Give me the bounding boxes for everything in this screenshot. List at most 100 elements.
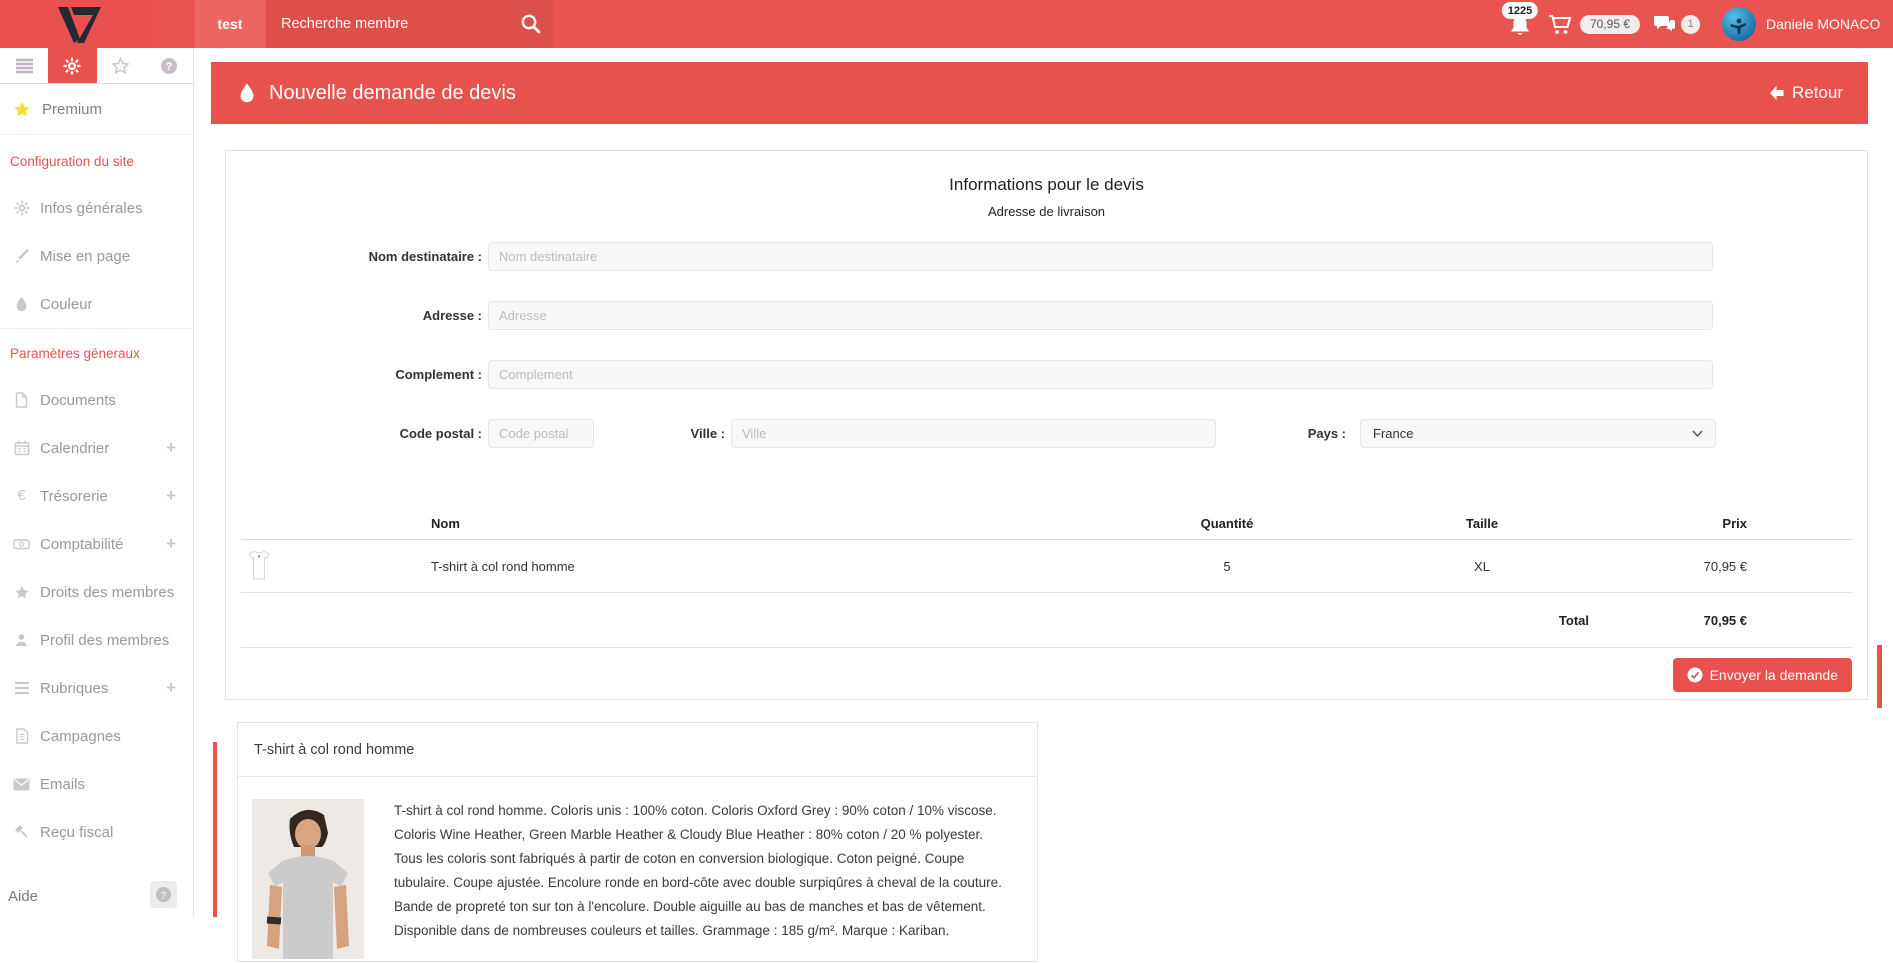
form-subheading: Adresse de livraison: [226, 204, 1867, 219]
cart-button[interactable]: 70,95 €: [1548, 0, 1640, 48]
complement-label: Complement :: [226, 367, 488, 382]
sidebar-item-calendrier[interactable]: Calendrier +: [0, 424, 193, 472]
member-search: [267, 0, 553, 48]
recipient-input[interactable]: [488, 242, 1713, 271]
sidebar-item-mise-en-page[interactable]: Mise en page: [0, 232, 193, 280]
back-arrow-icon: [1768, 85, 1785, 101]
banknote-icon: [13, 536, 30, 552]
address-input[interactable]: [488, 301, 1713, 330]
tab-settings[interactable]: [48, 48, 96, 83]
sidebar-item-recu-fiscal[interactable]: Reçu fiscal: [0, 808, 193, 856]
postal-code-input[interactable]: [488, 419, 594, 448]
workspace-tab[interactable]: test: [195, 0, 265, 48]
back-label: Retour: [1792, 83, 1843, 103]
cart-icon: [1548, 12, 1573, 36]
campaign-file-icon: [15, 728, 29, 744]
country-select[interactable]: France: [1360, 419, 1716, 448]
user-icon: [14, 632, 29, 648]
search-icon[interactable]: [519, 12, 543, 36]
row-product-name: T-shirt à col rond homme: [431, 559, 1097, 574]
expand-plus-icon[interactable]: +: [166, 438, 176, 458]
chevron-down-icon: [1692, 430, 1703, 437]
product-detail-card: T-shirt à col rond homme T-shirt à col r…: [237, 722, 1038, 962]
sidebar-item-documents[interactable]: Documents: [0, 376, 193, 424]
sidebar-item-droits-membres[interactable]: Droits des membres: [0, 568, 193, 616]
row-price: 70,95 €: [1607, 559, 1852, 574]
expand-plus-icon[interactable]: +: [166, 534, 176, 554]
sidebar-item-tresorerie[interactable]: € Trésorerie +: [0, 472, 193, 520]
sidebar-help-row: Aide ?: [0, 876, 193, 917]
form-heading: Informations pour le devis: [226, 175, 1867, 195]
document-icon: [14, 392, 29, 408]
sidebar-item-infos-generales[interactable]: Infos générales: [0, 184, 193, 232]
city-input[interactable]: [731, 419, 1216, 448]
droplet-icon: [15, 296, 28, 312]
workspace-tab-label: test: [218, 16, 243, 32]
premium-star-icon: [13, 101, 31, 118]
send-request-button[interactable]: Envoyer la demande: [1673, 658, 1852, 692]
col-header-prix: Prix: [1607, 516, 1852, 531]
tab-help[interactable]: ?: [145, 48, 193, 83]
city-label: Ville :: [594, 426, 731, 441]
total-label: Total: [1357, 613, 1607, 628]
country-label: Pays :: [1216, 426, 1360, 441]
expand-plus-icon[interactable]: +: [166, 678, 176, 698]
app-logo[interactable]: [0, 0, 157, 48]
star-icon: [14, 585, 30, 600]
gear-icon: [63, 57, 81, 75]
notifications-button[interactable]: 1225: [1496, 0, 1544, 48]
col-header-nom: Nom: [431, 516, 1097, 531]
address-label: Adresse :: [226, 308, 488, 323]
brush-icon: [14, 248, 30, 264]
sidebar-item-campagnes[interactable]: Campagnes: [0, 712, 193, 760]
tab-favorites[interactable]: [97, 48, 145, 83]
droplet-icon: [239, 82, 255, 104]
send-request-label: Envoyer la demande: [1710, 667, 1838, 683]
col-header-taille: Taille: [1357, 516, 1607, 531]
order-table-row: T-shirt à col rond homme 5 XL 70,95 €: [241, 540, 1852, 593]
notifications-badge: 1225: [1502, 2, 1538, 19]
row-size: XL: [1357, 559, 1607, 574]
gavel-icon: [14, 824, 30, 840]
help-label: Aide: [8, 888, 38, 905]
sidebar-item-premium[interactable]: Premium: [0, 84, 193, 135]
v7-logo-icon: [55, 4, 103, 44]
postal-code-label: Code postal :: [226, 426, 488, 441]
order-table-header: Nom Quantité Taille Prix: [241, 508, 1852, 540]
total-value: 70,95 €: [1607, 613, 1852, 628]
order-total-row: Total 70,95 €: [241, 593, 1852, 648]
product-title: T-shirt à col rond homme: [238, 723, 1037, 777]
tab-menu[interactable]: [0, 48, 48, 83]
hamburger-menu-icon: [15, 58, 34, 74]
svg-text:?: ?: [160, 890, 166, 901]
member-search-input[interactable]: [267, 0, 553, 48]
messages-button[interactable]: 1: [1652, 0, 1700, 48]
sidebar-item-rubriques[interactable]: Rubriques +: [0, 664, 193, 712]
sidebar-item-couleur[interactable]: Couleur: [0, 280, 193, 328]
diver-silhouette: [1728, 15, 1750, 37]
red-edge-bar-right: [1877, 645, 1882, 708]
user-menu[interactable]: Daniele MONACO: [1766, 0, 1880, 48]
star-outline-icon: [111, 57, 130, 75]
sidebar-item-comptabilite[interactable]: Comptabilité +: [0, 520, 193, 568]
messages-badge: 1: [1681, 15, 1700, 34]
back-button[interactable]: Retour: [1768, 83, 1843, 103]
avatar[interactable]: [1722, 7, 1756, 41]
premium-label: Premium: [42, 101, 102, 118]
product-photo: [252, 799, 364, 959]
sidebar: ? Premium Configuration du site Infos gé…: [0, 48, 194, 917]
expand-plus-icon[interactable]: +: [166, 486, 176, 506]
help-button[interactable]: ?: [150, 881, 177, 908]
sidebar-item-emails[interactable]: Emails: [0, 760, 193, 808]
envelope-icon: [13, 778, 30, 791]
complement-input[interactable]: [488, 360, 1713, 389]
country-value: France: [1373, 426, 1413, 441]
tshirt-thumbnail: [246, 549, 272, 581]
question-circle-icon: ?: [155, 886, 172, 903]
sidebar-item-profil-membres[interactable]: Profil des membres: [0, 616, 193, 664]
product-description: T-shirt à col rond homme. Coloris unis :…: [394, 799, 1006, 959]
chat-icon: [1652, 13, 1677, 35]
cart-amount-badge: 70,95 €: [1580, 15, 1640, 34]
help-circle-icon: ?: [160, 57, 178, 75]
list-icon: [14, 681, 30, 695]
